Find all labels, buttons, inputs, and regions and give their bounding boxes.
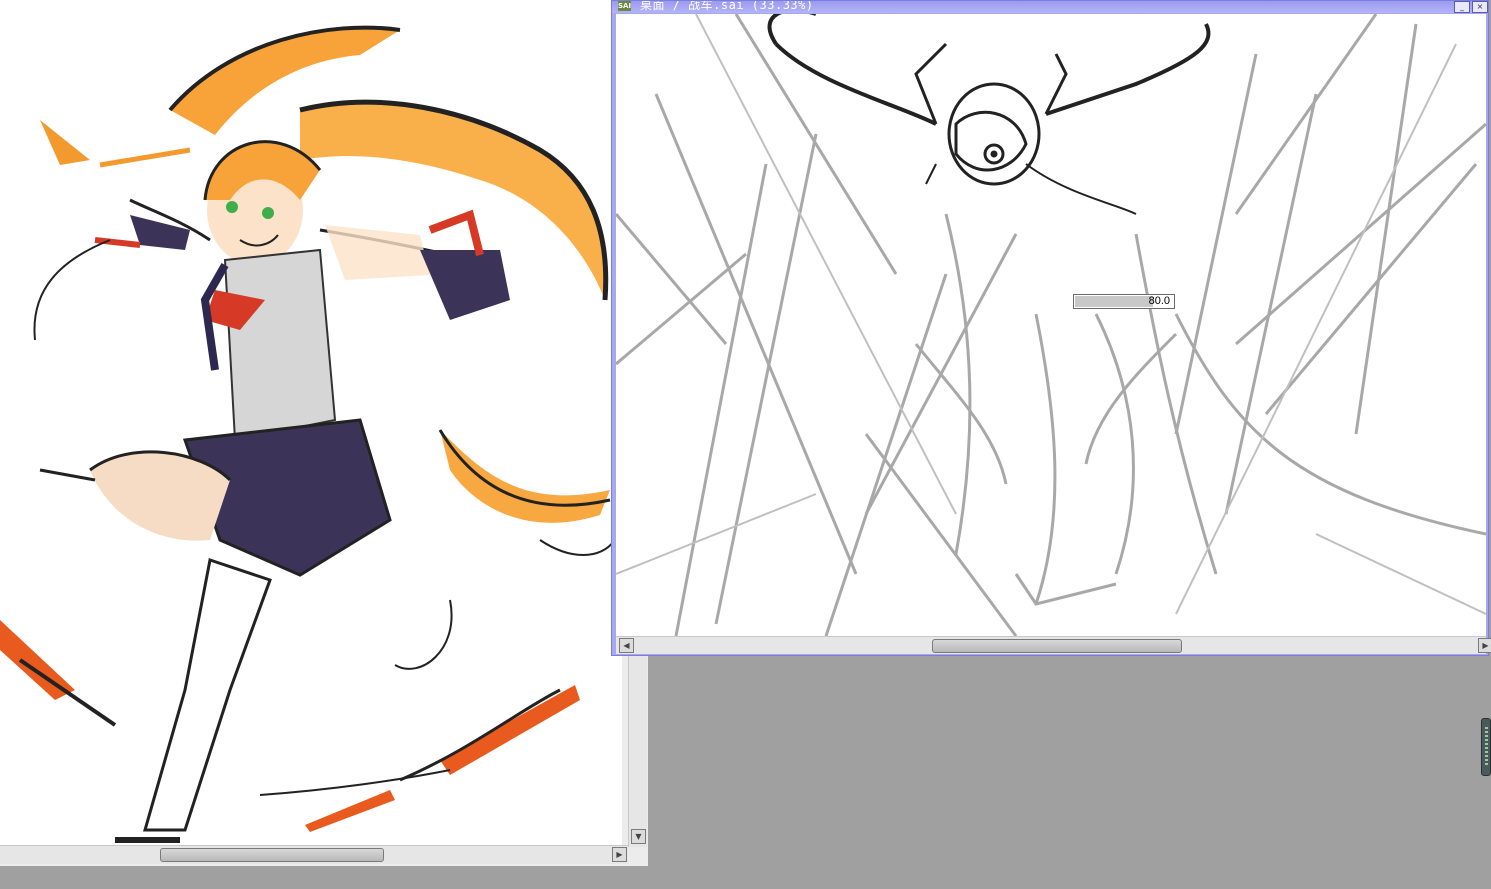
window-title-bar[interactable]: SAI 桌面 / 战车.sai (33.33%) _ × bbox=[612, 1, 1488, 13]
left-horizontal-scrollbar[interactable]: ▶ bbox=[0, 845, 628, 864]
window-title: 桌面 / 战车.sai (33.33%) bbox=[640, 1, 814, 12]
right-horizontal-scrollbar[interactable]: ◀ ▶ bbox=[616, 636, 1491, 654]
scroll-left-arrow-icon[interactable]: ◀ bbox=[619, 638, 634, 653]
pencil-sketch bbox=[616, 14, 1486, 636]
close-icon[interactable]: × bbox=[1472, 1, 1488, 13]
side-panel-handle[interactable] bbox=[1481, 718, 1491, 776]
scroll-right-arrow-icon[interactable]: ▶ bbox=[1478, 638, 1491, 653]
colored-character-sketch bbox=[0, 25, 616, 843]
left-horizontal-scroll-thumb[interactable] bbox=[160, 848, 384, 862]
sai-app-icon: SAI bbox=[618, 1, 632, 11]
sketch-document-window: SAI 桌面 / 战车.sai (33.33%) _ × ◀ ▶ bbox=[611, 0, 1491, 656]
grip-icon bbox=[1485, 727, 1488, 767]
brush-opacity-fill bbox=[1075, 296, 1153, 307]
minimize-icon[interactable]: _ bbox=[1454, 1, 1470, 13]
brush-opacity-value: 80.0 bbox=[1148, 295, 1170, 307]
right-horizontal-scroll-thumb[interactable] bbox=[932, 639, 1182, 653]
left-canvas-artwork[interactable] bbox=[0, 0, 622, 845]
scroll-right-arrow-icon[interactable]: ▶ bbox=[612, 847, 627, 862]
workspace-bottom-strip bbox=[0, 866, 1491, 889]
brush-opacity-slider[interactable]: 80.0 bbox=[1073, 294, 1175, 309]
scroll-down-arrow-icon[interactable]: ▼ bbox=[631, 829, 646, 844]
right-canvas-sketch[interactable] bbox=[616, 14, 1486, 636]
left-canvas-window: ▼ ▶ bbox=[0, 0, 648, 866]
